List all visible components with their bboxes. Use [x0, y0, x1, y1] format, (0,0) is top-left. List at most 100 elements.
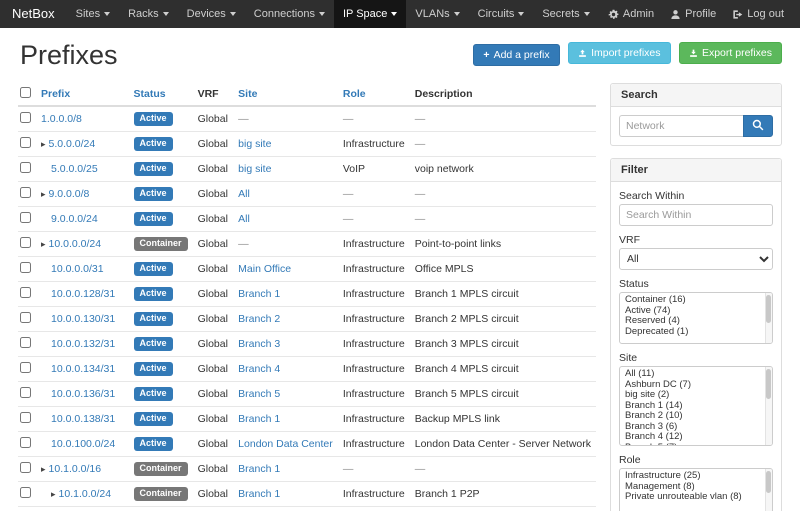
- column-header-status[interactable]: Status: [129, 83, 193, 106]
- nav-item-ip-space[interactable]: IP Space: [334, 0, 406, 28]
- nav-item-profile[interactable]: Profile: [662, 0, 724, 28]
- listbox-option[interactable]: Reserved (4): [620, 316, 772, 327]
- prefix-link[interactable]: 10.0.0.132/31: [51, 338, 115, 350]
- prefix-link[interactable]: 5.0.0.0/24: [49, 138, 96, 150]
- status-badge: Active: [134, 337, 173, 351]
- add-prefix-button[interactable]: + Add a prefix: [473, 44, 559, 66]
- row-checkbox[interactable]: [20, 337, 31, 348]
- site-link[interactable]: Branch 5: [238, 388, 280, 400]
- scrollbar[interactable]: [765, 293, 772, 343]
- listbox-option[interactable]: Branch 2 (10): [620, 411, 772, 422]
- row-checkbox[interactable]: [20, 312, 31, 323]
- prefix-link[interactable]: 10.0.0.134/31: [51, 363, 115, 375]
- scrollbar-thumb[interactable]: [766, 369, 771, 399]
- site-link[interactable]: All: [238, 188, 250, 200]
- site-link[interactable]: big site: [238, 138, 271, 150]
- nav-item-circuits[interactable]: Circuits: [469, 0, 534, 28]
- nav-item-log-out[interactable]: Log out: [724, 0, 792, 28]
- prefix-link[interactable]: 10.1.0.0/16: [49, 463, 102, 475]
- table-row: ▸5.0.0.0/24ActiveGlobalbig siteInfrastru…: [18, 132, 596, 157]
- prefix-link[interactable]: 10.0.0.0/31: [51, 263, 104, 275]
- listbox-option[interactable]: Deprecated (1): [620, 327, 772, 338]
- row-checkbox[interactable]: [20, 187, 31, 198]
- prefix-link[interactable]: 9.0.0.0/24: [51, 213, 98, 225]
- nav-item-vlans[interactable]: VLANs: [406, 0, 468, 28]
- row-checkbox[interactable]: [20, 137, 31, 148]
- column-header-prefix[interactable]: Prefix: [36, 83, 129, 106]
- site-link[interactable]: London Data Center: [238, 438, 333, 450]
- listbox-option[interactable]: Branch 5 (7): [620, 443, 772, 447]
- brand[interactable]: NetBox: [0, 0, 67, 28]
- listbox-option[interactable]: Private unrouteable vlan (8): [620, 492, 772, 503]
- listbox-option[interactable]: Branch 4 (12): [620, 432, 772, 443]
- search-input[interactable]: [619, 115, 743, 137]
- row-checkbox[interactable]: [20, 262, 31, 273]
- site-link[interactable]: Branch 1: [238, 488, 280, 500]
- row-checkbox[interactable]: [20, 387, 31, 398]
- search-button[interactable]: [743, 115, 773, 137]
- row-checkbox[interactable]: [20, 287, 31, 298]
- listbox-option[interactable]: Branch 3 (6): [620, 422, 772, 433]
- row-checkbox[interactable]: [20, 462, 31, 473]
- description-cell: Branch 3 MPLS circuit: [410, 332, 596, 357]
- site-link[interactable]: Branch 2: [238, 313, 280, 325]
- prefix-link[interactable]: 10.1.0.0/24: [59, 488, 112, 500]
- export-prefixes-button[interactable]: Export prefixes: [679, 42, 782, 64]
- role-cell: Infrastructure: [338, 132, 410, 157]
- scrollbar[interactable]: [765, 469, 772, 511]
- prefix-link[interactable]: 10.0.0.138/31: [51, 413, 115, 425]
- site-link[interactable]: Branch 3: [238, 338, 280, 350]
- status-listbox[interactable]: Container (16)Active (74)Reserved (4)Dep…: [619, 292, 773, 344]
- nav-item-sites[interactable]: Sites: [67, 0, 119, 28]
- row-checkbox[interactable]: [20, 362, 31, 373]
- row-checkbox[interactable]: [20, 112, 31, 123]
- listbox-option[interactable]: Branch 1 (14): [620, 401, 772, 412]
- nav-item-admin[interactable]: Admin: [600, 0, 662, 28]
- prefix-link[interactable]: 10.0.0.136/31: [51, 388, 115, 400]
- search-within-input[interactable]: [619, 204, 773, 226]
- prefix-link[interactable]: 5.0.0.0/25: [51, 163, 98, 175]
- listbox-option[interactable]: All (11): [620, 369, 772, 380]
- prefix-link[interactable]: 10.0.0.0/24: [49, 238, 102, 250]
- site-listbox[interactable]: All (11)Ashburn DC (7)big site (2)Branch…: [619, 366, 773, 446]
- export-prefixes-label: Export prefixes: [702, 47, 772, 59]
- listbox-option[interactable]: Ashburn DC (7): [620, 380, 772, 391]
- prefix-link[interactable]: 10.0.0.128/31: [51, 288, 115, 300]
- role-listbox[interactable]: Infrastructure (25)Management (8)Private…: [619, 468, 773, 511]
- column-header-site[interactable]: Site: [233, 83, 338, 106]
- row-checkbox[interactable]: [20, 412, 31, 423]
- listbox-option[interactable]: Management (8): [620, 482, 772, 493]
- scrollbar-thumb[interactable]: [766, 295, 771, 323]
- listbox-option[interactable]: big site (2): [620, 390, 772, 401]
- listbox-option[interactable]: Active (74): [620, 306, 772, 317]
- site-cell: Branch 5: [233, 382, 338, 407]
- site-link[interactable]: Branch 1: [238, 413, 280, 425]
- listbox-option[interactable]: Container (16): [620, 295, 772, 306]
- site-link[interactable]: Main Office: [238, 263, 291, 275]
- nav-item-racks[interactable]: Racks: [119, 0, 178, 28]
- nav-item-secrets[interactable]: Secrets: [533, 0, 598, 28]
- prefix-link[interactable]: 9.0.0.0/8: [49, 188, 90, 200]
- column-header-role[interactable]: Role: [338, 83, 410, 106]
- site-link[interactable]: Branch 4: [238, 363, 280, 375]
- site-link[interactable]: big site: [238, 163, 271, 175]
- listbox-option[interactable]: Infrastructure (25): [620, 471, 772, 482]
- row-checkbox[interactable]: [20, 212, 31, 223]
- import-prefixes-button[interactable]: Import prefixes: [568, 42, 670, 64]
- nav-item-connections[interactable]: Connections: [245, 0, 334, 28]
- vrf-select[interactable]: All: [619, 248, 773, 270]
- prefix-link[interactable]: 1.0.0.0/8: [41, 113, 82, 125]
- prefix-link[interactable]: 10.0.100.0/24: [51, 438, 115, 450]
- site-link[interactable]: Branch 1: [238, 288, 280, 300]
- site-link[interactable]: Branch 1: [238, 463, 280, 475]
- site-link[interactable]: All: [238, 213, 250, 225]
- row-checkbox[interactable]: [20, 162, 31, 173]
- row-checkbox[interactable]: [20, 237, 31, 248]
- row-checkbox[interactable]: [20, 487, 31, 498]
- scrollbar-thumb[interactable]: [766, 471, 771, 493]
- row-checkbox[interactable]: [20, 437, 31, 448]
- select-all-checkbox[interactable]: [20, 87, 31, 98]
- scrollbar[interactable]: [765, 367, 772, 445]
- prefix-link[interactable]: 10.0.0.130/31: [51, 313, 115, 325]
- nav-item-devices[interactable]: Devices: [178, 0, 245, 28]
